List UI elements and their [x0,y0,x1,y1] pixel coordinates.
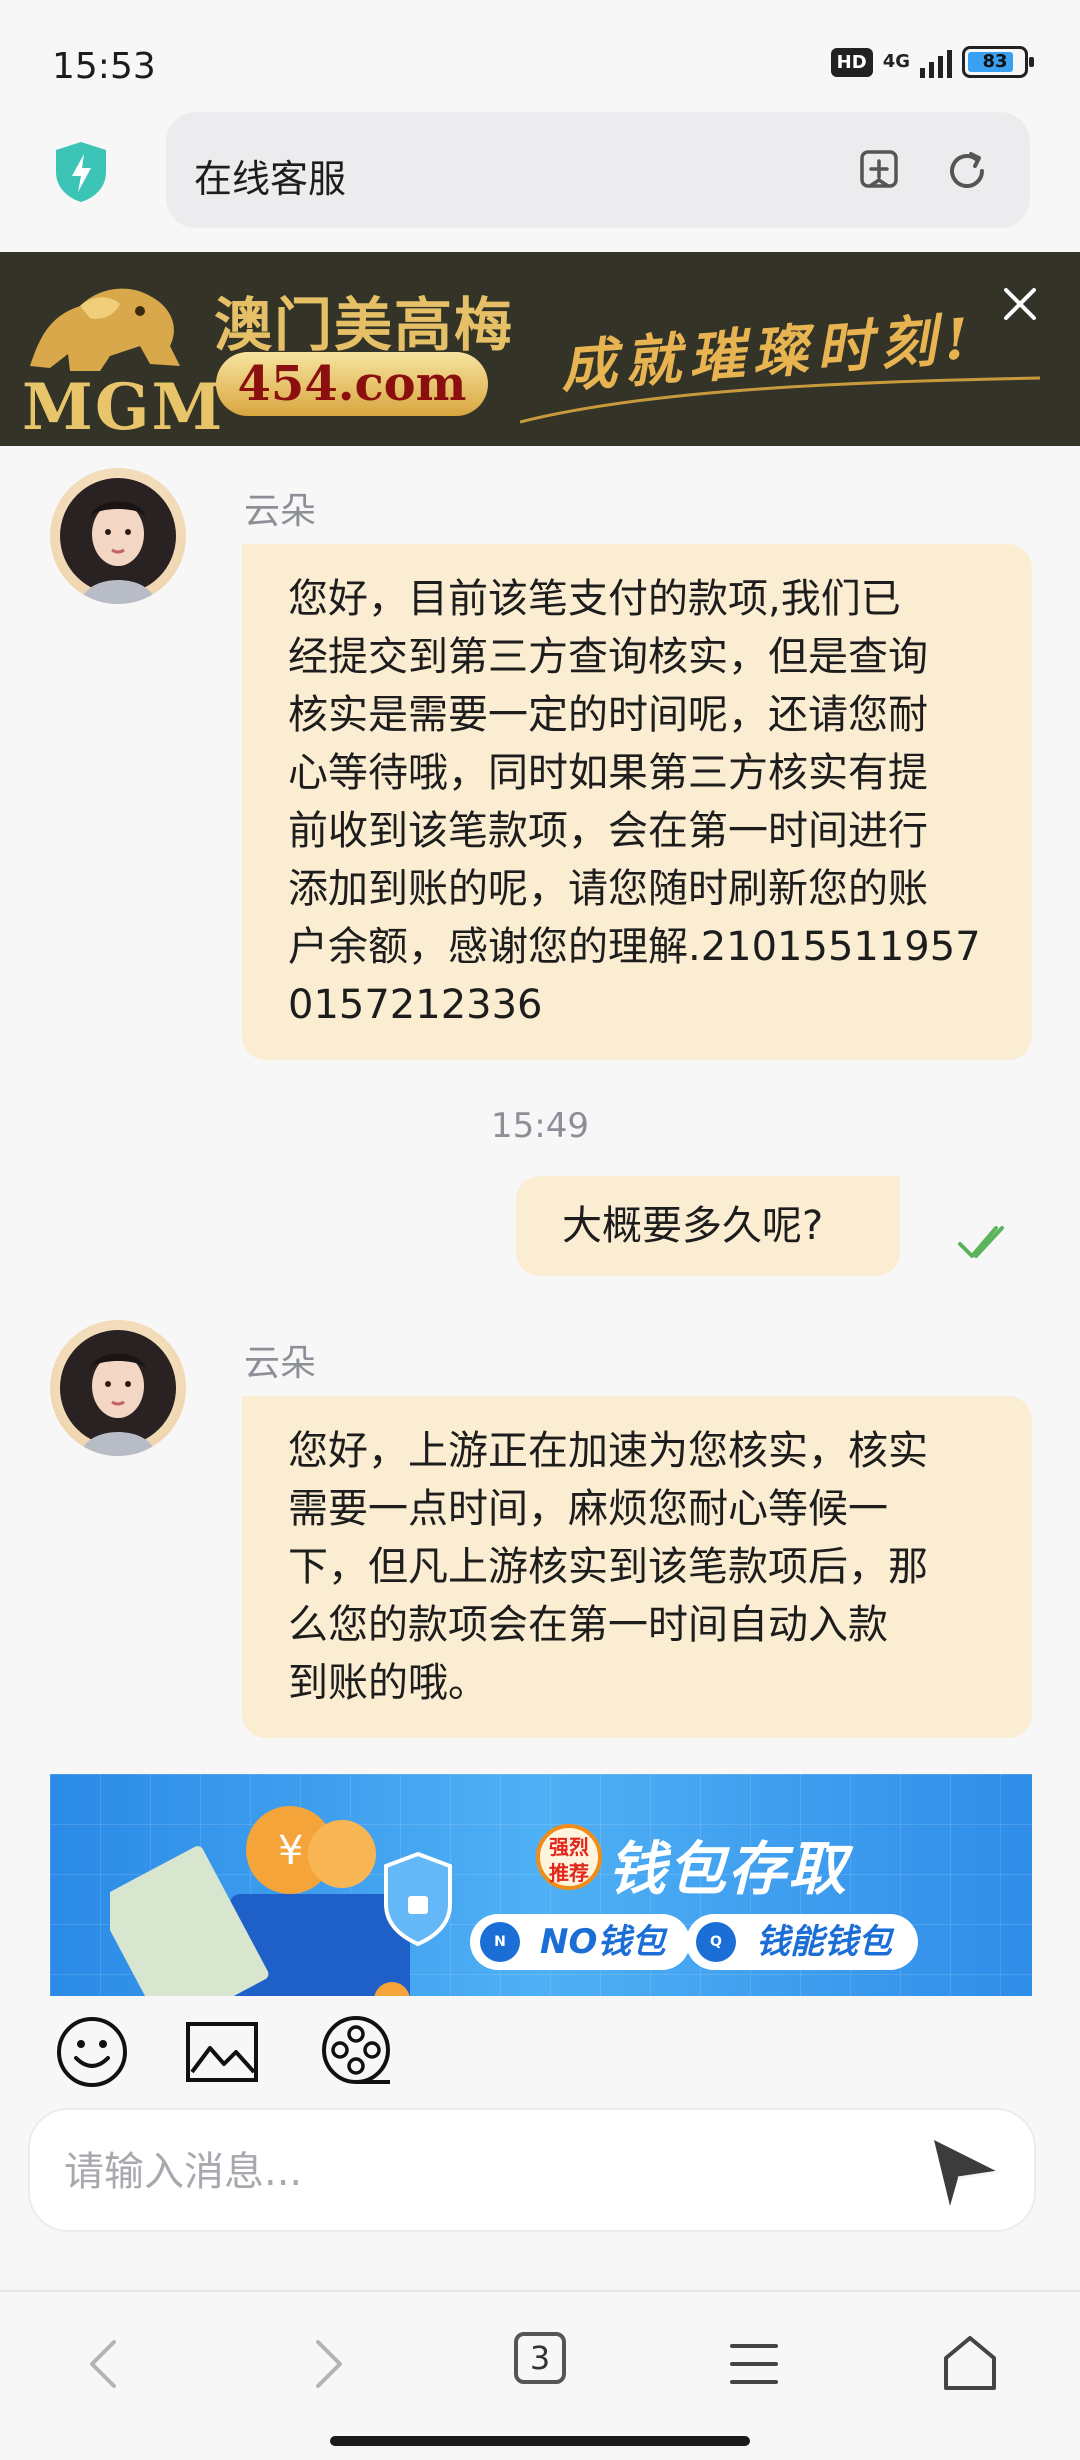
battery-level: 83 [982,51,1008,72]
status-icons: HD 4G 83 [830,46,1034,78]
message-line: 需要一点时间，麻烦您耐心等候一 [288,1486,888,1532]
money-illustration: ¥ [110,1806,452,1996]
hd-badge: HD [830,47,873,77]
message-line: 户余额，感谢您的理解.21015511957 [288,924,981,970]
signal-icon [920,46,952,78]
image-icon[interactable] [184,2014,260,2090]
message-line: 下，但凡上游核实到该笔款项后，那 [288,1544,928,1590]
browser-top-bar: 在线客服 [0,112,1080,252]
clock: 15:53 [52,46,156,87]
message-input-bar [28,2108,1036,2232]
message-line: 心等待哦，同时如果第三方核实有提 [288,750,928,796]
recommend-badge: 强烈推荐 [536,1824,602,1890]
page-title: 在线客服 [194,157,347,201]
message-line: 您好，上游正在加速为您核实，核实 [288,1428,928,1474]
message-line: 添加到账的呢，请您随时刷新您的账 [288,866,928,912]
message-line: 前收到该笔款项，会在第一时间进行 [288,808,928,854]
sender-name: 云朵 [244,491,317,532]
network-type: 4G [882,51,910,72]
avatar [50,1320,186,1456]
sender-name: 云朵 [244,1343,317,1384]
browser-bottom-nav: 3 [0,2290,1080,2460]
gesture-bar[interactable] [330,2436,750,2446]
brand-cn-name: 澳门美高梅 [214,291,515,359]
send-icon[interactable] [928,2134,1004,2210]
agent-avatar-icon [60,1330,176,1456]
wallet-logo-icon: Q [696,1922,736,1962]
tabs-button[interactable]: 3 [514,2332,566,2384]
battery-icon: 83 [962,46,1034,78]
video-reel-icon[interactable] [318,2014,394,2090]
mgm-brand: MGM [22,370,225,445]
brand-url: 454.com [216,352,488,416]
shield-bolt-icon[interactable] [52,140,110,204]
add-bookmark-icon[interactable] [858,148,902,192]
address-bar[interactable]: 在线客服 [166,112,1030,228]
home-icon[interactable] [938,2332,1002,2396]
read-check-icon [958,1226,1004,1258]
svg-text:¥: ¥ [278,1828,303,1874]
forward-icon[interactable] [294,2332,358,2396]
ad-pill-label: NO钱包 [540,1922,666,1962]
wallet-ad-card[interactable]: ¥ 强烈推荐 钱包存取 N NO钱包 Q 钱能钱包 [50,1774,1032,1996]
ad-pill-no-wallet[interactable]: N NO钱包 [470,1914,690,1970]
message-line: 核实是需要一定的时间呢，还请您耐 [288,692,928,738]
mgm-lion-logo [30,288,180,371]
message-text: 大概要多久呢? [562,1203,824,1249]
message-bubble-incoming: 您好，上游正在加速为您核实，核实 需要一点时间，麻烦您耐心等候一 下，但凡上游核… [242,1396,1032,1738]
message-line: 经提交到第三方查询核实，但是查询 [288,634,928,680]
composer-toolbar [0,1996,1080,2106]
message-timestamp: 15:49 [491,1106,589,1146]
menu-icon[interactable] [722,2332,786,2396]
reload-icon[interactable] [944,148,990,194]
message-bubble-outgoing: 大概要多久呢? [516,1176,900,1276]
ad-pill-qianneng-wallet[interactable]: Q 钱能钱包 [686,1914,918,1970]
agent-avatar-icon [60,478,176,604]
emoji-icon[interactable] [54,2014,130,2090]
avatar [50,468,186,604]
close-icon[interactable] [1000,284,1040,324]
message-line: 么您的款项会在第一时间自动入款 [288,1602,888,1648]
message-bubble-incoming: 您好，目前该笔支付的款项,我们已 经提交到第三方查询核实，但是查询 核实是需要一… [242,544,1032,1060]
chat-area[interactable]: 云朵 您好，目前该笔支付的款项,我们已 经提交到第三方查询核实，但是查询 核实是… [0,446,1080,1996]
ad-pill-label: 钱能钱包 [756,1922,892,1962]
message-line: 您好，目前该笔支付的款项,我们已 [288,576,901,622]
wallet-logo-icon: N [480,1922,520,1962]
message-line: 0157212336 [288,982,543,1028]
status-bar: 15:53 HD 4G 83 [0,0,1080,112]
ad-title: 钱包存取 [608,1835,849,1903]
back-icon[interactable] [74,2332,138,2396]
gold-swoosh [520,376,1040,424]
top-ad-banner[interactable]: MGM 澳门美高梅 454.com 成就璀璨时刻! [0,252,1080,446]
message-line: 到账的哦。 [288,1660,488,1706]
message-input[interactable] [64,2140,884,2204]
